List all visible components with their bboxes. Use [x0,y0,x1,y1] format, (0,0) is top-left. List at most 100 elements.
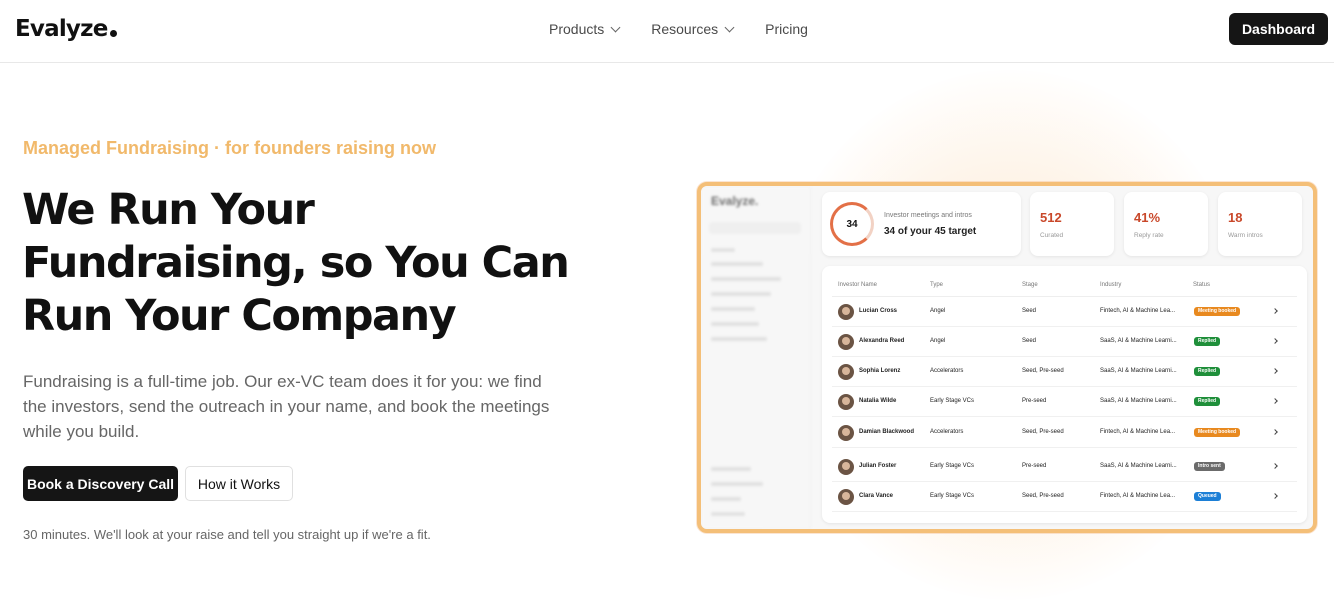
sidebar-line [711,307,755,311]
how-it-works-button[interactable]: How it Works [185,466,293,501]
investor-industry: SaaS, AI & Machine Learni... [1100,398,1177,404]
logo[interactable]: Evalyze [15,14,117,44]
investor-industry: Fintech, AI & Machine Lea... [1100,308,1176,314]
investor-type: Accelerators [930,429,964,435]
investor-stage: Pre-seed [1022,398,1047,404]
avatar [838,394,854,410]
status-badge: Meeting booked [1194,428,1241,437]
stat-card-curated: 512 Curated [1030,192,1114,256]
sidebar-line [711,322,759,326]
column-header-industry: Industry [1100,282,1122,288]
sidebar-line [711,482,763,486]
hero-headline: We Run Your Fundraising, so You Can Run … [22,184,582,343]
headline-line-3: Run Your Company [22,291,457,341]
investor-industry: SaaS, AI & Machine Learni... [1100,463,1177,469]
sidebar-line [711,467,751,471]
table-row[interactable]: Alexandra Reed Angel Seed SaaS, AI & Mac… [832,327,1297,357]
investor-name: Clara Vance [859,493,894,499]
chevron-right-icon[interactable] [1272,308,1278,314]
investor-stage: Seed [1022,308,1037,314]
table-row[interactable]: Julian Foster Early Stage VCs Pre-seed S… [832,452,1297,482]
logo-dot-icon [109,30,117,37]
progress-card: 34 Investor meetings and intros 34 of yo… [822,192,1021,256]
headline-line-1: We Run Your [22,185,315,235]
investor-name: Lucian Cross [859,308,898,314]
investor-name: Damian Blackwood [859,429,915,435]
headline-line-2: Fundraising, so You Can [22,238,570,288]
stat-label: Warm intros [1228,232,1263,239]
investor-industry: Fintech, AI & Machine Lea... [1100,493,1176,499]
status-badge: Meeting booked [1194,307,1241,316]
column-header-name: Investor Name [838,282,878,288]
investor-type: Angel [930,308,946,314]
chevron-down-icon [724,22,735,32]
avatar [838,489,854,505]
stat-card-warm-intros: 18 Warm intros [1218,192,1302,256]
table-row[interactable]: Lucian Cross Angel Seed Fintech, AI & Ma… [832,297,1297,327]
nav-products[interactable]: Products [549,20,621,38]
avatar [838,304,854,320]
chevron-right-icon[interactable] [1272,338,1278,344]
stat-label: Curated [1040,232,1064,239]
sidebar-line [711,337,767,341]
nav-links: Products Resources Pricing [549,20,808,38]
investor-type: Accelerators [930,368,964,374]
nav-resources[interactable]: Resources [651,20,735,38]
nav-products-label: Products [549,21,605,37]
chevron-right-icon[interactable] [1272,463,1278,469]
investor-type: Early Stage VCs [930,493,975,499]
progress-ring-icon: 34 [830,202,874,246]
sidebar-line [711,292,771,296]
stat-value: 18 [1228,210,1243,225]
status-badge: Queued [1194,492,1221,501]
nav-pricing-label: Pricing [765,21,808,37]
investor-name: Sophia Lorenz [859,368,901,374]
sidebar-line [711,248,735,252]
table-row[interactable]: Natalia Wilde Early Stage VCs Pre-seed S… [832,387,1297,417]
chevron-right-icon[interactable] [1272,429,1278,435]
sidebar-line [711,262,763,266]
hero-eyebrow: Managed Fundraising · for founders raisi… [23,138,437,158]
mockup-logo: Evalyze. [711,194,759,208]
chevron-right-icon[interactable] [1272,493,1278,499]
status-badge: Replied [1194,367,1221,376]
sidebar-line [711,277,781,281]
top-nav: Evalyze Products Resources Pricing Dashb… [0,0,1334,63]
nav-resources-label: Resources [651,21,719,37]
investor-name: Alexandra Reed [859,338,905,344]
avatar [838,334,854,350]
hero-subtext: Fundraising is a full-time job. Our ex-V… [23,372,550,441]
investor-stage: Seed, Pre-seed [1022,368,1064,374]
avatar [838,425,854,441]
sidebar-line [711,497,741,501]
chevron-right-icon[interactable] [1272,398,1278,404]
investor-industry: Fintech, AI & Machine Lea... [1100,429,1176,435]
table-row[interactable]: Sophia Lorenz Accelerators Seed, Pre-see… [832,357,1297,387]
sidebar-line [711,512,745,516]
chevron-right-icon[interactable] [1272,368,1278,374]
status-badge: Replied [1194,337,1221,346]
status-badge: Replied [1194,397,1221,406]
hero-footnote: 30 minutes. We'll look at your raise and… [23,527,431,542]
table-row[interactable]: Damian Blackwood Accelerators Seed, Pre-… [832,418,1297,448]
chevron-down-icon [610,22,621,32]
mockup-sidebar-pill [709,222,801,234]
investor-industry: SaaS, AI & Machine Learni... [1100,368,1177,374]
column-header-type: Type [930,282,944,288]
column-header-stage: Stage [1022,282,1038,288]
investor-type: Angel [930,338,946,344]
nav-pricing[interactable]: Pricing [765,20,808,38]
investor-type: Early Stage VCs [930,463,975,469]
table-row[interactable]: Clara Vance Early Stage VCs Seed, Pre-se… [832,482,1297,512]
dashboard-button[interactable]: Dashboard [1229,13,1328,45]
investor-industry: SaaS, AI & Machine Learni... [1100,338,1177,344]
stat-label: Reply rate [1134,232,1164,239]
status-badge: Intro sent [1194,462,1225,471]
mockup-sidebar: Evalyze. [701,186,811,529]
investor-stage: Seed, Pre-seed [1022,429,1064,435]
investor-stage: Seed, Pre-seed [1022,493,1064,499]
dashboard-mockup: Evalyze. 34 Investor meetings and intros… [697,182,1317,533]
book-discovery-call-button[interactable]: Book a Discovery Call [23,466,178,501]
avatar [838,459,854,475]
investor-stage: Seed [1022,338,1037,344]
